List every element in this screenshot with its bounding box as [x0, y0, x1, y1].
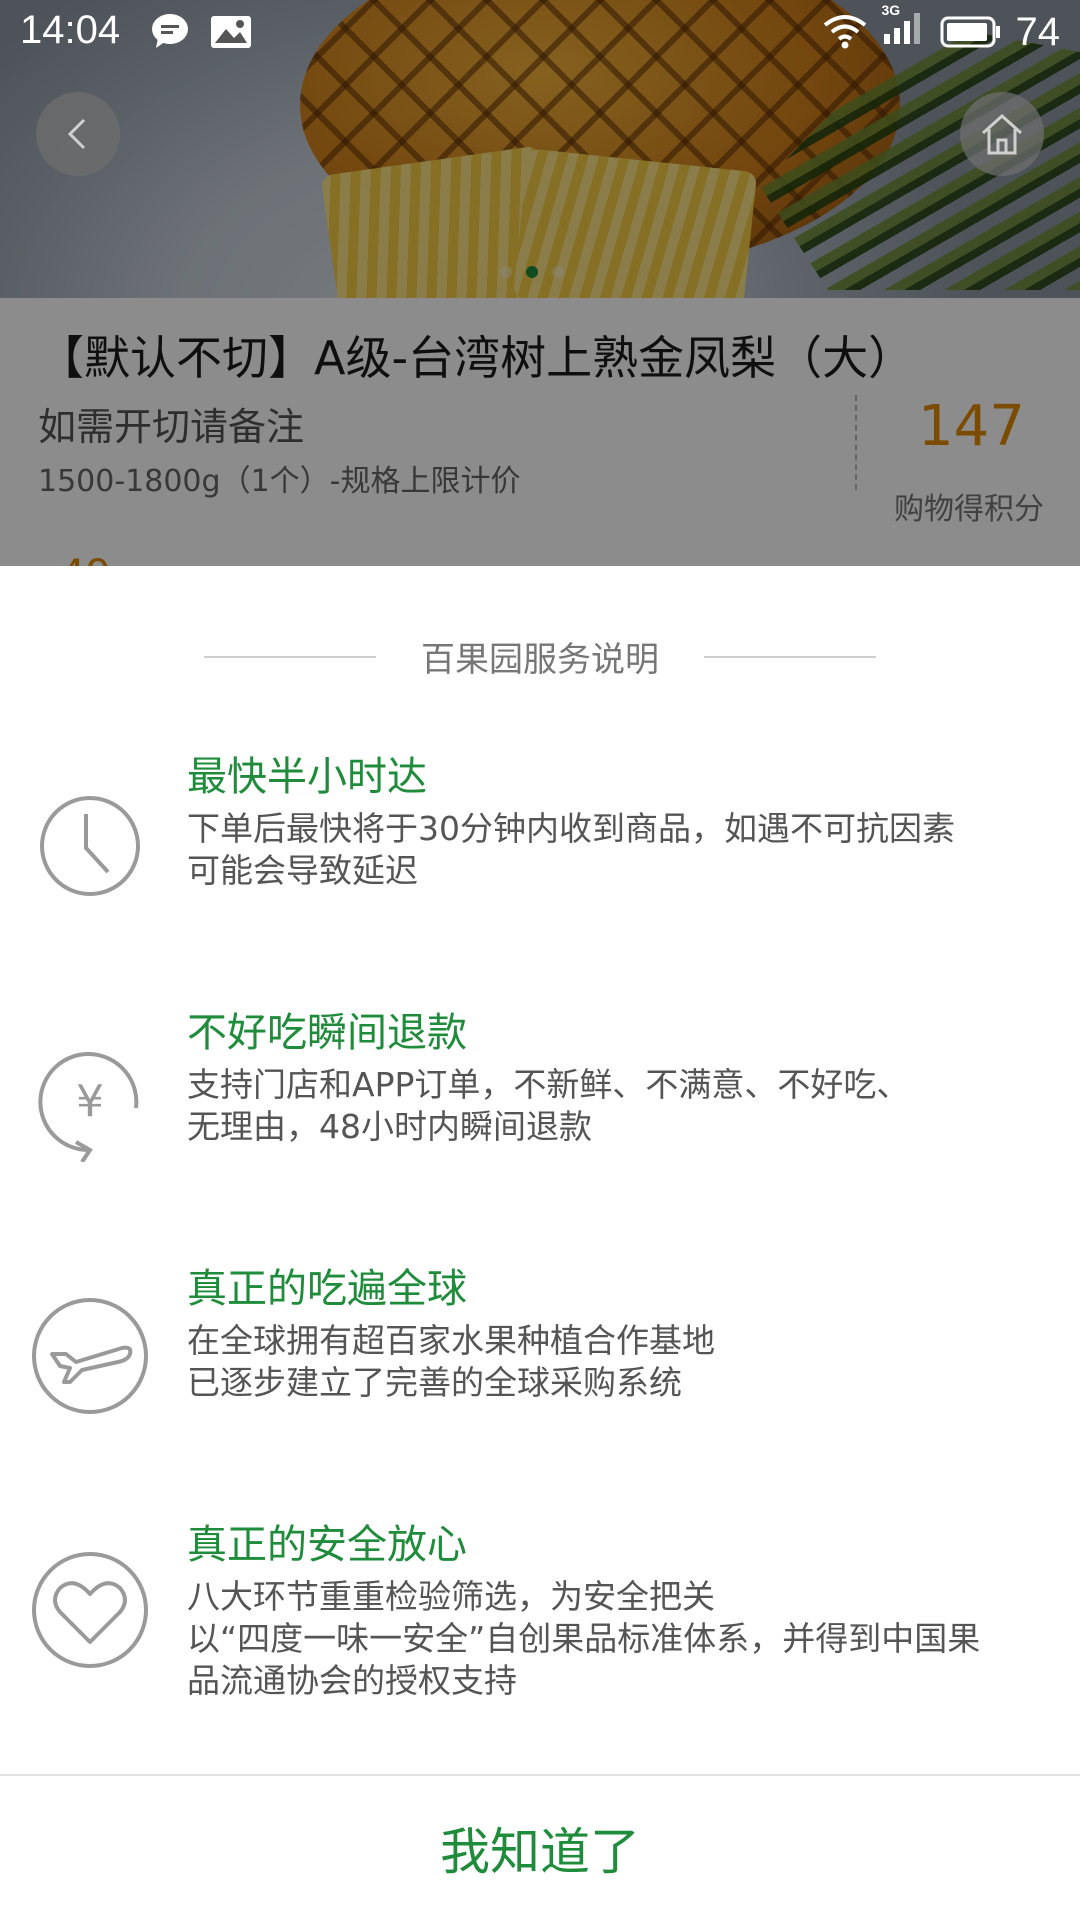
- service-title: 不好吃瞬间退款: [187, 1010, 467, 1056]
- service-desc: 八大环节重重检验筛选，为安全把关 以“四度一味一安全”自创果品标准体系，并得到中…: [187, 1576, 980, 1702]
- network-type: 3G: [881, 2, 901, 18]
- service-desc-line: 可能会导致延迟: [187, 851, 418, 890]
- points-value: 147: [918, 394, 1025, 459]
- product-spec: 1500-1800g（1个）-规格上限计价: [38, 464, 521, 499]
- sheet-title: 百果园服务说明: [421, 640, 659, 680]
- service-desc-line: 支持门店和APP订单，不新鲜、不满意、不好吃、: [187, 1065, 910, 1104]
- product-note: 如需开切请备注: [38, 405, 305, 449]
- status-time: 14:04: [20, 8, 121, 52]
- service-desc-line: 以“四度一味一安全”自创果品标准体系，并得到中国果: [187, 1619, 981, 1658]
- service-desc-line: 八大环节重重检验筛选，为安全把关: [187, 1577, 715, 1616]
- svg-text:¥: ¥: [76, 1076, 104, 1127]
- service-item: ¥ 不好吃瞬间退款 支持门店和APP订单，不新鲜、不满意、不好吃、 无理由，48…: [0, 992, 1080, 1192]
- service-item: 最快半小时达 下单后最快将于30分钟内收到商品，如遇不可抗因素 可能会导致延迟: [0, 736, 1080, 936]
- service-info-sheet: 百果园服务说明 最快半小时达 下单后最快将于30分钟内收到商品，如遇不可抗因素 …: [0, 566, 1080, 1920]
- back-button[interactable]: [36, 92, 120, 176]
- service-title: 最快半小时达: [187, 754, 427, 800]
- service-desc-line: 已逐步建立了完善的全球采购系统: [187, 1363, 682, 1402]
- service-desc-line: 下单后最快将于30分钟内收到商品，如遇不可抗因素: [187, 809, 955, 848]
- header-divider-right: [704, 656, 876, 658]
- product-title: 【默认不切】A级-台湾树上熟金凤梨（大）: [38, 331, 915, 385]
- service-title: 真正的安全放心: [187, 1522, 467, 1568]
- points-label: 购物得积分: [894, 492, 1044, 527]
- carousel-indicator: [500, 266, 564, 278]
- service-desc: 支持门店和APP订单，不新鲜、不满意、不好吃、 无理由，48小时内瞬间退款: [187, 1064, 909, 1148]
- chat-notification-icon: [150, 12, 190, 60]
- service-item: 真正的吃遍全球 在全球拥有超百家水果种植合作基地 已逐步建立了完善的全球采购系统: [0, 1248, 1080, 1448]
- airplane-icon: [32, 1298, 148, 1414]
- service-desc-line: 在全球拥有超百家水果种植合作基地: [187, 1321, 715, 1360]
- yuan-refund-icon: ¥: [38, 1052, 139, 1162]
- cellular-signal-icon: 3G: [882, 2, 926, 56]
- status-bar: 14:04 3G 74: [0, 0, 1080, 66]
- service-title: 真正的吃遍全球: [187, 1266, 467, 1312]
- carousel-dot-active: [526, 266, 538, 278]
- home-icon: [981, 113, 1023, 155]
- home-button[interactable]: [960, 92, 1044, 176]
- service-desc-line: 无理由，48小时内瞬间退款: [187, 1107, 592, 1146]
- points-divider: [855, 395, 857, 490]
- service-desc-line: 品流通协会的授权支持: [187, 1661, 517, 1700]
- wifi-icon: [823, 15, 866, 49]
- heart-icon: [32, 1552, 148, 1668]
- clock-icon: [40, 796, 140, 896]
- carousel-dot: [500, 266, 512, 278]
- service-desc: 下单后最快将于30分钟内收到商品，如遇不可抗因素 可能会导致延迟: [187, 808, 955, 892]
- service-item: 真正的安全放心 八大环节重重检验筛选，为安全把关 以“四度一味一安全”自创果品标…: [0, 1504, 1080, 1704]
- battery-icon: [940, 16, 1000, 48]
- sheet-header: 百果园服务说明: [0, 632, 1080, 682]
- confirm-button[interactable]: 我知道了: [0, 1776, 1080, 1920]
- image-notification-icon: [210, 14, 252, 59]
- carousel-dot: [552, 266, 564, 278]
- status-right-group: 3G 74: [822, 2, 1061, 56]
- battery-level: 74: [1015, 9, 1061, 54]
- chevron-left-icon: [67, 118, 86, 150]
- service-desc: 在全球拥有超百家水果种植合作基地 已逐步建立了完善的全球采购系统: [187, 1320, 715, 1404]
